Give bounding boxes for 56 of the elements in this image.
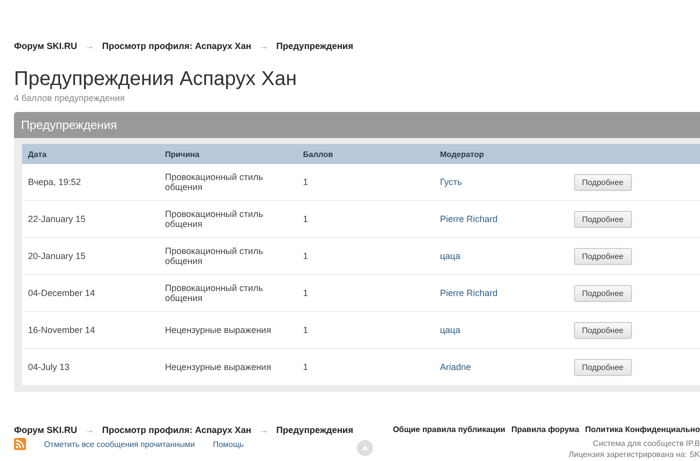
details-button[interactable]: Подробнее (574, 210, 632, 228)
points-cell-text: 1 (302, 288, 310, 298)
footer-link[interactable]: Отметить все сообщения прочитанными (44, 440, 195, 448)
reason-cell-text: Нецензурные выражения (164, 325, 272, 335)
date-cell-text: 20-January 15 (27, 251, 87, 261)
moderator-link[interactable]: цаца (434, 325, 574, 335)
date-cell-text: 22-January 15 (27, 214, 87, 224)
date-cell-text: 04-December 14 (27, 288, 96, 298)
moderator-link[interactable]: Pierre Richard (434, 214, 574, 224)
footer-link[interactable]: Помощь (212, 440, 244, 448)
breadcrumb-link[interactable]: Предупреждения (276, 41, 354, 51)
footer-link[interactable]: Политика Конфиденциально (585, 425, 700, 435)
details-button[interactable]: Подробнее (574, 322, 632, 338)
date-cell-text: Вчера, 19:52 (27, 177, 82, 187)
moderator-link[interactable]: Ariadne (434, 362, 574, 372)
column-header: Дата (27, 150, 48, 158)
reason-cell-text: Провокационный стиль общения (164, 209, 264, 229)
scroll-top-icon[interactable] (357, 440, 373, 456)
panel-title: Предупреждения (14, 112, 700, 138)
details-button[interactable]: Подробнее (574, 248, 632, 264)
breadcrumb-link[interactable]: Форум SKI.RU (14, 425, 78, 435)
details-button[interactable]: Подробнее (574, 358, 632, 376)
system-text: Система для сообществ IP.B (592, 438, 700, 449)
points-cell-text: 1 (302, 251, 310, 261)
date-cell-text: 16-November 14 (27, 325, 96, 335)
breadcrumb-separator: → (85, 425, 94, 435)
date-cell-text: 04-July 13 (27, 362, 71, 372)
moderator-link[interactable]: цаца (434, 251, 574, 261)
points-cell-text: 1 (302, 325, 310, 335)
breadcrumb-separator: → (259, 425, 268, 435)
details-button[interactable]: Подробнее (574, 174, 632, 190)
footer-link[interactable]: Правила форума (511, 425, 580, 435)
breadcrumb-link[interactable]: Форум SKI.RU (14, 41, 78, 51)
points-cell-text: 1 (302, 214, 310, 224)
system-text: Лицензия зарегистрирована на: SK (568, 449, 700, 460)
footer-link[interactable]: Общие правила публикации (392, 425, 506, 435)
reason-cell-text: Нецензурные выражения (164, 362, 272, 372)
breadcrumb-link[interactable]: Просмотр профиля: Аспарух Хан (102, 41, 252, 51)
column-header: Баллов (302, 150, 334, 158)
points-cell-text: 1 (302, 177, 310, 187)
reason-cell-text: Провокационный стиль общения (164, 246, 264, 266)
points-cell-text: 1 (302, 362, 310, 372)
reason-cell-text: Провокационный стиль общения (164, 172, 264, 192)
breadcrumb-separator: → (85, 41, 94, 51)
page-subtitle: 4 баллов предупреждения (14, 93, 126, 103)
column-header: Причина (164, 150, 200, 158)
breadcrumb-link[interactable]: Предупреждения (276, 425, 354, 435)
reason-cell-text: Провокационный стиль общения (164, 283, 264, 303)
moderator-link[interactable]: Густь (434, 177, 574, 187)
breadcrumb-link[interactable]: Просмотр профиля: Аспарух Хан (102, 425, 252, 435)
rss-icon[interactable] (14, 438, 26, 450)
details-button[interactable]: Подробнее (574, 284, 632, 302)
breadcrumb-separator: → (259, 41, 268, 51)
column-header: Модератор (439, 150, 485, 158)
page-title: Предупреждения Аспарух Хан (14, 67, 298, 91)
moderator-link[interactable]: Pierre Richard (434, 288, 574, 298)
